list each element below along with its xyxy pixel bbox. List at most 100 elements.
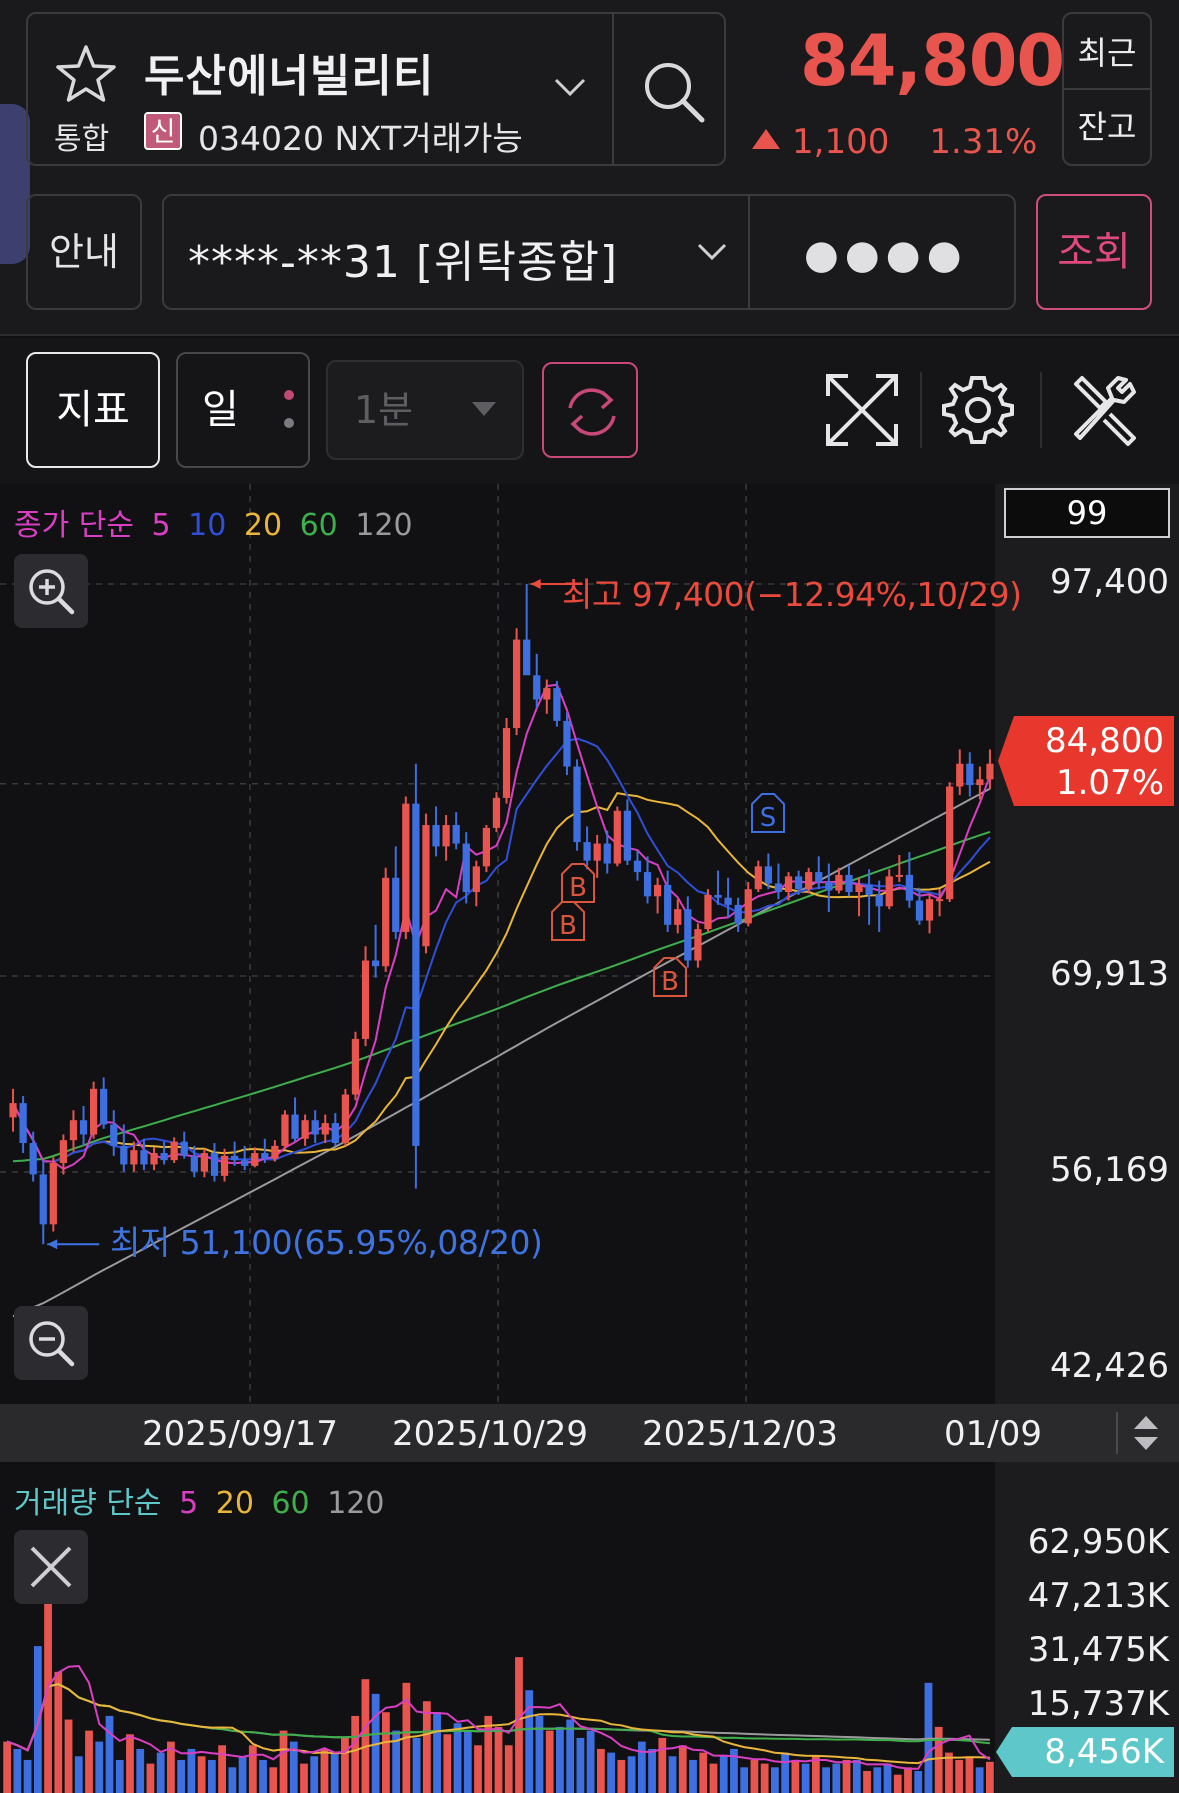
volume-chart[interactable]: 거래량 단순 5 20 60 120 62,950K 47,213K 31,47… bbox=[0, 1462, 1179, 1793]
candle-body bbox=[865, 884, 873, 895]
tools-icon[interactable] bbox=[1066, 370, 1144, 448]
current-volume-tag: 8,456K bbox=[996, 1727, 1174, 1777]
close-volume-button[interactable] bbox=[14, 1530, 88, 1604]
candle-body bbox=[784, 876, 793, 893]
account-number[interactable]: ****-**31 [위탁종합] bbox=[188, 226, 618, 290]
gear-icon[interactable] bbox=[940, 372, 1016, 448]
volume-bar bbox=[515, 1657, 523, 1793]
volume-bar bbox=[494, 1726, 503, 1793]
volume-bar bbox=[218, 1745, 226, 1793]
chevron-down-icon[interactable] bbox=[550, 72, 590, 102]
recent-button[interactable]: 최근 bbox=[1064, 28, 1150, 74]
volume-bar bbox=[422, 1701, 431, 1793]
candle-body bbox=[412, 803, 420, 1146]
period-label: 일 bbox=[202, 387, 239, 433]
candle-body bbox=[301, 1120, 309, 1139]
volume-bar bbox=[934, 1726, 943, 1793]
zoom-in-button[interactable] bbox=[14, 554, 88, 628]
candle-body bbox=[150, 1153, 158, 1165]
volume-bar bbox=[443, 1734, 452, 1793]
stock-name[interactable]: 두산에너빌리티 bbox=[144, 40, 434, 104]
volume-bar bbox=[136, 1748, 145, 1793]
candle-body bbox=[462, 843, 470, 893]
volume-bar bbox=[341, 1737, 349, 1793]
date-axis[interactable]: 2025/09/17 2025/10/29 2025/12/03 01/09 bbox=[0, 1404, 1179, 1462]
balance-button[interactable]: 잔고 bbox=[1064, 102, 1150, 148]
volume-bar bbox=[709, 1763, 718, 1793]
zoom-out-button[interactable] bbox=[14, 1306, 88, 1380]
candlestick-plot[interactable]: SBBB bbox=[0, 484, 1179, 1404]
volume-bar bbox=[33, 1646, 42, 1793]
candle-body bbox=[331, 1123, 339, 1144]
volume-bar bbox=[668, 1756, 677, 1793]
candle-body bbox=[432, 825, 440, 847]
candle-body bbox=[603, 843, 611, 864]
candle-count-box[interactable]: 99 bbox=[1004, 488, 1170, 538]
candle-body bbox=[281, 1114, 289, 1146]
y-tick-label: 97,400 bbox=[1050, 562, 1169, 602]
legend-ma5: 5 bbox=[151, 508, 171, 543]
change-amount: 1,100 bbox=[792, 122, 890, 162]
candle-body bbox=[805, 872, 813, 890]
volume-bar bbox=[64, 1719, 73, 1793]
period-day-button[interactable]: 일 bbox=[176, 352, 310, 468]
volume-bar bbox=[607, 1752, 615, 1793]
password-field[interactable]: ●●●● bbox=[804, 232, 968, 278]
candle-body bbox=[251, 1153, 259, 1166]
candle-body bbox=[885, 876, 893, 907]
volume-bar bbox=[893, 1774, 902, 1793]
stock-selector[interactable]: 두산에너빌리티 통합 신 034020 NXT거래가능 bbox=[26, 12, 726, 166]
low-annotation: 최저 51,100(65.95%,08/20) bbox=[110, 1223, 543, 1262]
guide-button[interactable]: 안내 bbox=[26, 194, 142, 310]
minute-select[interactable]: 1분 bbox=[326, 360, 524, 460]
volume-bar bbox=[85, 1730, 93, 1793]
query-button[interactable]: 조회 bbox=[1036, 194, 1152, 310]
candle-body bbox=[744, 889, 752, 924]
candle-body bbox=[170, 1141, 178, 1161]
volume-bar bbox=[310, 1756, 319, 1793]
volume-bar bbox=[627, 1756, 636, 1793]
volume-bar bbox=[955, 1759, 964, 1793]
indicator-button[interactable]: 지표 bbox=[26, 352, 160, 468]
volume-bar bbox=[586, 1730, 595, 1793]
chevron-down-icon[interactable] bbox=[694, 238, 730, 266]
volume-bar bbox=[535, 1715, 544, 1793]
up-triangle-icon bbox=[752, 129, 780, 149]
stock-header: 두산에너빌리티 통합 신 034020 NXT거래가능 84,800 1,100… bbox=[0, 0, 1179, 336]
refresh-button[interactable] bbox=[542, 362, 638, 458]
volume-bar bbox=[832, 1763, 841, 1793]
volume-bar bbox=[801, 1763, 810, 1793]
candle-body bbox=[19, 1103, 27, 1144]
candle-body bbox=[100, 1088, 108, 1125]
candle-body bbox=[643, 872, 652, 897]
price-chart[interactable]: SBBB 종가 단순 5 10 20 60 120 99 97,400 69,9… bbox=[0, 484, 1179, 1404]
candle-body bbox=[623, 810, 632, 861]
volume-bar bbox=[791, 1759, 800, 1793]
volume-bar bbox=[23, 1759, 32, 1793]
candle-body bbox=[392, 877, 400, 932]
volume-bar bbox=[95, 1741, 104, 1793]
fullscreen-icon[interactable] bbox=[820, 368, 904, 452]
candle-body bbox=[382, 877, 390, 967]
resize-arrows-icon[interactable] bbox=[1132, 1414, 1160, 1452]
vol-y-tick-label: 62,950K bbox=[1027, 1522, 1169, 1562]
price-legend: 종가 단순 5 10 20 60 120 bbox=[14, 500, 421, 544]
candle-body bbox=[664, 884, 672, 925]
volume-bar bbox=[699, 1752, 708, 1793]
candle-body bbox=[261, 1153, 269, 1159]
volume-bar bbox=[811, 1756, 820, 1793]
volume-bar bbox=[330, 1752, 339, 1793]
volume-bar bbox=[238, 1756, 247, 1793]
candle-body bbox=[422, 825, 430, 947]
candle-body bbox=[523, 639, 531, 676]
candle-body bbox=[200, 1153, 209, 1172]
candle-body bbox=[49, 1163, 57, 1225]
candle-body bbox=[925, 899, 934, 921]
volume-bar bbox=[576, 1737, 585, 1793]
account-selector[interactable]: ****-**31 [위탁종합] ●●●● bbox=[162, 194, 1016, 310]
candle-body bbox=[442, 825, 450, 847]
favorite-star-icon[interactable] bbox=[54, 42, 118, 106]
candle-body bbox=[935, 899, 944, 902]
volume-bar bbox=[822, 1767, 830, 1793]
search-icon[interactable] bbox=[636, 54, 716, 134]
